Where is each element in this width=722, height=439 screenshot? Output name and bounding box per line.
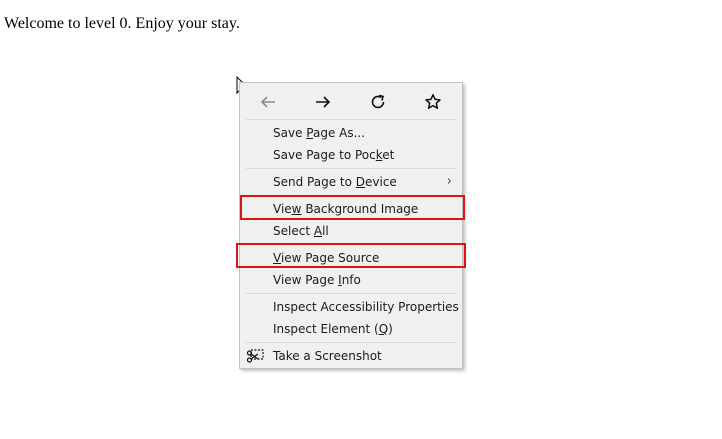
menu-item-save-page-as[interactable]: Save Page As... [240, 122, 462, 144]
back-button[interactable] [257, 91, 279, 113]
reload-button[interactable] [367, 91, 389, 113]
menu-item-label: Take a Screenshot [273, 349, 382, 363]
menu-item-send-to-device[interactable]: Send Page to Device › [240, 171, 462, 193]
welcome-text: Welcome to level 0. Enjoy your stay. [4, 15, 240, 32]
menu-item-label: Save Page to Pocket [273, 148, 395, 162]
submenu-arrow-icon: › [446, 174, 452, 189]
forward-arrow-icon [316, 96, 331, 108]
menu-separator [246, 342, 456, 343]
context-menu: Save Page As... Save Page to Pocket Send… [239, 82, 463, 369]
menu-item-save-to-pocket[interactable]: Save Page to Pocket [240, 144, 462, 166]
menu-item-label: Send Page to Device [273, 175, 397, 189]
menu-item-label: Inspect Accessibility Properties [273, 300, 459, 314]
star-bookmark-icon [425, 94, 441, 109]
bookmark-button[interactable] [422, 91, 444, 113]
reload-icon [371, 94, 385, 109]
menu-separator [246, 119, 456, 120]
menu-separator [246, 293, 456, 294]
forward-button[interactable] [312, 91, 334, 113]
context-menu-nav-row [240, 83, 462, 119]
menu-item-inspect-element[interactable]: Inspect Element (Q) [240, 318, 462, 340]
screenshot-scissors-icon [246, 349, 264, 363]
menu-separator [246, 168, 456, 169]
menu-item-inspect-accessibility[interactable]: Inspect Accessibility Properties [240, 296, 462, 318]
menu-item-select-all[interactable]: Select All [240, 220, 462, 242]
highlight-box-view-background-image [240, 195, 465, 220]
highlight-box-view-page-source [236, 243, 466, 268]
menu-item-label: Save Page As... [273, 126, 366, 140]
menu-item-take-screenshot[interactable]: Take a Screenshot [240, 345, 462, 367]
menu-item-label: Select All [273, 224, 329, 238]
menu-item-label: View Page Info [273, 273, 361, 287]
menu-item-label: Inspect Element (Q) [273, 322, 393, 336]
menu-item-view-page-info[interactable]: View Page Info [240, 269, 462, 291]
back-arrow-icon [260, 96, 275, 108]
